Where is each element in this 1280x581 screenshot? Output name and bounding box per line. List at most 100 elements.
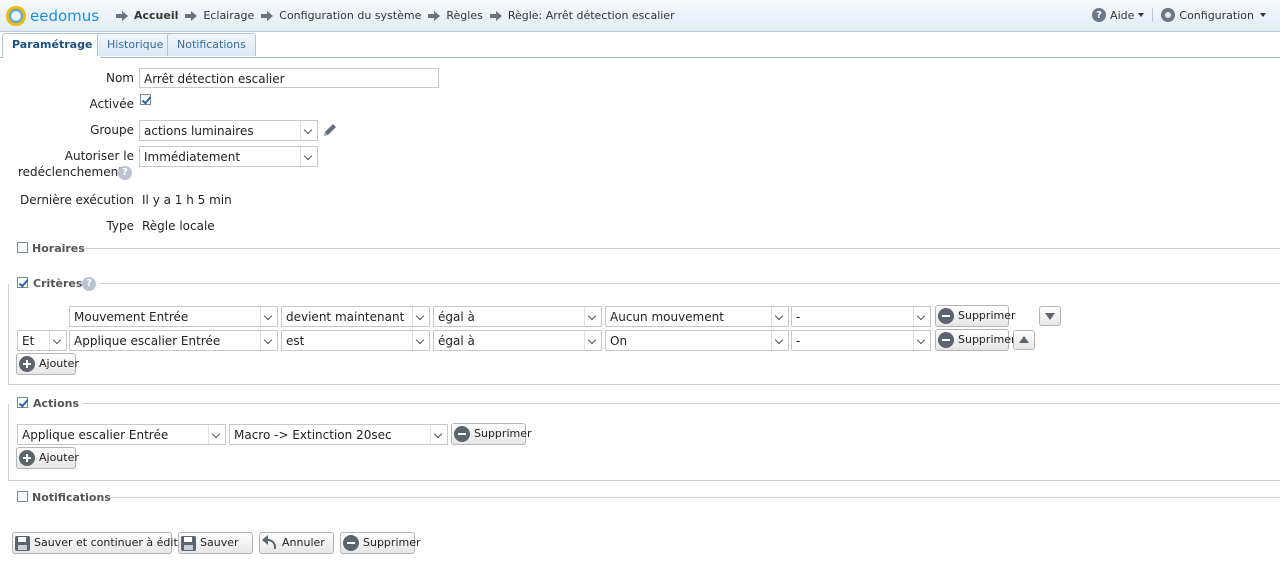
autoriser-select[interactable]: Immédiatement <box>139 146 318 167</box>
chevron-down-icon <box>913 331 930 350</box>
breadcrumb-item-configuration[interactable]: Configuration du système <box>261 9 421 22</box>
minus-circle-icon <box>454 426 470 442</box>
eedomus-logo[interactable]: eedomus <box>6 5 99 27</box>
criteres-section: Critères ? <box>0 276 1280 292</box>
criterion-2-device-select[interactable]: Applique escalier Entrée <box>69 330 278 351</box>
arrow-right-icon <box>116 10 128 21</box>
logo-text: eedomus <box>30 7 100 25</box>
arrow-right-icon <box>185 10 198 21</box>
criterion-2-compare-select[interactable]: égal à <box>433 330 602 351</box>
actions-title: Actions <box>33 397 79 410</box>
notifications-section: Notifications <box>0 490 1280 506</box>
minus-circle-icon <box>938 332 954 348</box>
move-up-button[interactable] <box>1013 330 1035 350</box>
add-action-button[interactable]: Ajouter <box>16 447 79 469</box>
criterion-2-conjunction-select[interactable]: Et <box>17 330 67 351</box>
tab-bar: Paramétrage Historique Notifications <box>0 32 1280 58</box>
chevron-down-icon <box>412 307 429 326</box>
activee-label: Activée <box>89 97 134 111</box>
chevron-down-icon <box>584 307 601 326</box>
chevron-down-icon <box>584 331 601 350</box>
chevron-down-icon <box>260 307 277 326</box>
criterion-2-value-select[interactable]: On <box>605 330 789 351</box>
move-down-button[interactable] <box>1039 306 1061 326</box>
notifications-title: Notifications <box>32 491 111 504</box>
autoriser-label-line2: redéclenchement <box>18 165 123 179</box>
derniere-execution-label: Dernière exécution <box>19 193 134 207</box>
plus-circle-icon <box>19 450 35 466</box>
save-button[interactable]: Sauver <box>178 532 253 554</box>
tab-notifications[interactable]: Notifications <box>167 33 256 56</box>
criterion-1-operator-select[interactable]: devient maintenant <box>281 306 430 327</box>
horaires-title: Horaires <box>32 242 85 255</box>
notifications-checkbox[interactable] <box>17 491 28 502</box>
floppy-disk-icon <box>181 535 196 551</box>
help-icon: ? <box>1092 8 1107 22</box>
arrow-right-icon <box>428 10 441 21</box>
criterion-1-extra-select[interactable]: - <box>791 306 931 327</box>
delete-rule-button[interactable]: Supprimer <box>340 532 421 554</box>
breadcrumb: Accueil Eclairage Configuration du systè… <box>116 9 684 22</box>
divider <box>84 248 1280 249</box>
nom-label: Nom <box>105 71 134 85</box>
breadcrumb-item-regles[interactable]: Règles <box>428 9 483 22</box>
top-right-menu: ? Aide Configuration <box>1092 8 1266 22</box>
chevron-down-icon <box>49 331 66 350</box>
criterion-1-compare-select[interactable]: égal à <box>433 306 602 327</box>
divider <box>108 497 1280 498</box>
chevron-down-icon <box>771 331 788 350</box>
groupe-select[interactable]: actions luminaires <box>139 120 318 141</box>
chevron-down-icon <box>260 331 277 350</box>
chevron-down-icon <box>300 121 317 140</box>
undo-icon <box>262 535 278 551</box>
chevron-down-icon <box>430 425 447 444</box>
action-1-action-select[interactable]: Macro -> Extinction 20sec <box>229 424 448 445</box>
autoriser-label-line1: Autoriser le <box>64 149 134 163</box>
chevron-down-icon <box>771 307 788 326</box>
logo-icon <box>6 6 26 26</box>
plus-circle-icon <box>19 356 35 372</box>
criterion-1-delete-button[interactable]: Supprimer <box>935 305 1016 327</box>
gear-icon <box>1161 8 1176 22</box>
save-and-continue-button[interactable]: Sauver et continuer à éditer <box>12 532 189 554</box>
chevron-down-icon <box>412 331 429 350</box>
breadcrumb-item-accueil[interactable]: Accueil <box>116 9 178 22</box>
criterion-1-value-select[interactable]: Aucun mouvement <box>605 306 789 327</box>
type-label: Type <box>106 219 134 233</box>
activee-checkbox[interactable] <box>140 94 151 105</box>
floppy-disk-icon <box>15 535 30 551</box>
add-criterion-button[interactable]: Ajouter <box>16 353 79 375</box>
breadcrumb-item-eclairage[interactable]: Eclairage <box>185 9 254 22</box>
criterion-2-delete-button[interactable]: Supprimer <box>935 329 1016 351</box>
breadcrumb-item-current-rule: Règle: Arrêt détection escalier <box>489 9 675 22</box>
cancel-button[interactable]: Annuler <box>259 532 334 554</box>
criterion-1-device-select[interactable]: Mouvement Entrée <box>69 306 278 327</box>
nom-input[interactable]: Arrêt détection escalier <box>139 68 439 88</box>
action-1-device-select[interactable]: Applique escalier Entrée <box>17 424 226 445</box>
derniere-execution-value: Il y a 1 h 5 min <box>142 193 232 207</box>
top-bar: eedomus Accueil Eclairage Configuration … <box>0 0 1280 32</box>
pencil-icon[interactable] <box>322 122 338 138</box>
arrow-right-icon <box>261 10 274 21</box>
divider <box>82 403 1280 404</box>
chevron-down-icon <box>300 147 317 166</box>
criteres-title: Critères <box>33 277 83 290</box>
help-question-icon[interactable]: ? <box>118 166 132 180</box>
tab-parametrage[interactable]: Paramétrage <box>2 33 103 58</box>
criteres-checkbox[interactable] <box>17 277 28 288</box>
minus-circle-icon <box>938 308 954 324</box>
arrow-right-icon <box>489 10 502 21</box>
criterion-2-extra-select[interactable]: - <box>791 330 931 351</box>
criterion-2-operator-select[interactable]: est <box>281 330 430 351</box>
type-value: Règle locale <box>142 219 215 233</box>
configuration-menu[interactable]: Configuration <box>1161 8 1266 22</box>
actions-section: Actions <box>0 396 1280 412</box>
action-1-delete-button[interactable]: Supprimer <box>451 423 532 445</box>
actions-checkbox[interactable] <box>17 397 28 408</box>
horaires-section: Horaires <box>0 241 1280 257</box>
help-menu[interactable]: ? Aide <box>1092 8 1145 22</box>
tab-historique[interactable]: Historique <box>97 33 174 56</box>
horaires-checkbox[interactable] <box>17 242 28 253</box>
help-question-icon[interactable]: ? <box>82 277 96 291</box>
divider <box>1152 8 1154 22</box>
